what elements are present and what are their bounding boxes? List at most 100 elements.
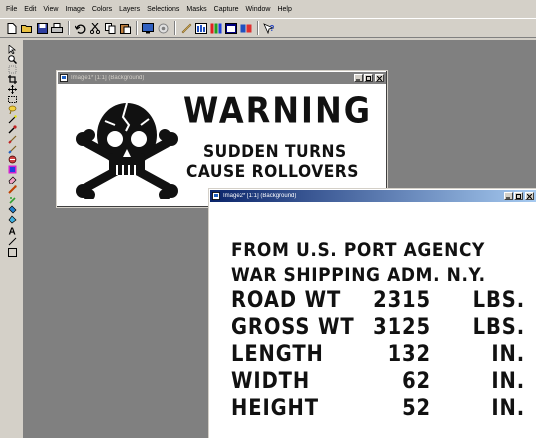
clone-brush-tool-icon[interactable]: [7, 145, 18, 154]
retouch-tool-icon[interactable]: [7, 165, 18, 174]
freehand-tool-icon[interactable]: [7, 105, 18, 114]
open-icon[interactable]: [21, 22, 33, 34]
toolbar-separator: [257, 21, 259, 35]
menu-view[interactable]: View: [43, 6, 58, 13]
dropper-tool-icon[interactable]: [7, 125, 18, 134]
minimize-button[interactable]: [504, 192, 513, 200]
close-button[interactable]: [525, 192, 534, 200]
warning-line-2: CAUSE ROLLOVERS: [186, 162, 359, 182]
deform-tool-icon[interactable]: [7, 65, 18, 74]
paint-shop-pro-window: File Edit View Image Colors Layers Selec…: [0, 0, 536, 438]
overview-window-icon[interactable]: [240, 22, 252, 34]
row-value: 52: [402, 395, 431, 421]
menu-capture[interactable]: Capture: [214, 6, 239, 13]
image1-canvas[interactable]: WARNING SUDDEN TURNS CAUSE ROLLOVERS: [59, 85, 385, 205]
toolbar-separator: [174, 21, 176, 35]
row-label: WIDTH: [231, 368, 311, 394]
menu-edit[interactable]: Edit: [24, 6, 36, 13]
row-unit: LBS.: [472, 287, 525, 313]
shapes-tool-icon[interactable]: [7, 248, 18, 257]
menu-masks[interactable]: Masks: [186, 6, 206, 13]
warning-heading: WARNING: [183, 89, 372, 132]
help-icon[interactable]: ?: [263, 22, 275, 34]
image1-titlebar[interactable]: Image1* [1:1] (Background): [58, 72, 386, 84]
paste-icon[interactable]: [119, 22, 131, 34]
zoom-tool-icon[interactable]: [7, 55, 18, 64]
full-screen-icon[interactable]: [142, 22, 154, 34]
warning-line-1: SUDDEN TURNS: [203, 142, 347, 162]
picture-tube-tool-icon[interactable]: [7, 185, 18, 194]
undo-icon[interactable]: [74, 22, 86, 34]
tool-palette: A: [0, 40, 24, 438]
overview-icon[interactable]: [210, 22, 222, 34]
row-value: 132: [387, 341, 431, 367]
minimize-button[interactable]: [354, 74, 363, 82]
standard-toolbar: ?: [0, 18, 536, 38]
selection-tool-icon[interactable]: [7, 95, 18, 104]
close-button[interactable]: [375, 74, 384, 82]
image2-canvas[interactable]: FROM U.S. PORT AGENCY WAR SHIPPING ADM. …: [211, 203, 535, 437]
menu-window[interactable]: Window: [246, 6, 271, 13]
row-label: GROSS WT: [231, 314, 355, 340]
line-tool-icon[interactable]: [7, 237, 18, 246]
row-label: ROAD WT: [231, 287, 342, 313]
menu-colors[interactable]: Colors: [92, 6, 112, 13]
table-row: GROSS WT 3125 LBS.: [231, 314, 525, 340]
row-label: LENGTH: [231, 341, 324, 367]
svg-text:?: ?: [270, 24, 275, 33]
crop-tool-icon[interactable]: [7, 75, 18, 84]
row-value: 2315: [373, 287, 431, 313]
eraser-tool-icon[interactable]: [7, 175, 18, 184]
row-unit: IN.: [491, 368, 525, 394]
menu-image[interactable]: Image: [65, 6, 84, 13]
row-value: 62: [402, 368, 431, 394]
table-row: HEIGHT 52 IN.: [231, 395, 525, 421]
row-value: 3125: [373, 314, 431, 340]
row-unit: IN.: [491, 341, 525, 367]
skull-and-crossbones-image: [76, 102, 178, 199]
row-label: HEIGHT: [231, 395, 319, 421]
flood-fill-tool-icon[interactable]: [7, 205, 18, 214]
image1-title: Image1* [1:1] (Background): [71, 75, 145, 81]
menu-layers[interactable]: Layers: [119, 6, 140, 13]
svg-text:A: A: [9, 227, 16, 236]
stencil-line-war-shipping: WAR SHIPPING ADM. N.Y.: [231, 264, 486, 287]
image-document-icon: [212, 192, 220, 200]
color-replacer-tool-icon[interactable]: [7, 155, 18, 164]
text-tool-icon[interactable]: A: [7, 226, 18, 236]
image2-window[interactable]: Image2* [1:1] (Background) FROM U.S. POR…: [208, 188, 536, 438]
cut-icon[interactable]: [89, 22, 101, 34]
mover-tool-icon[interactable]: [7, 85, 18, 94]
table-row: ROAD WT 2315 LBS.: [231, 287, 525, 313]
save-icon[interactable]: [36, 22, 48, 34]
image-document-icon: [60, 74, 68, 82]
maximize-button[interactable]: [364, 74, 373, 82]
image2-titlebar[interactable]: Image2* [1:1] (Background): [210, 190, 536, 202]
browse-icon[interactable]: [157, 22, 169, 34]
maximize-button[interactable]: [514, 192, 523, 200]
mdi-workspace: Image1* [1:1] (Background) WARNING SUDDE…: [24, 40, 536, 438]
menu-bar: File Edit View Image Colors Layers Selec…: [0, 0, 536, 18]
stencil-line-from: FROM U.S. PORT AGENCY: [231, 239, 485, 262]
toolbar-separator: [136, 21, 138, 35]
menu-selections[interactable]: Selections: [147, 6, 179, 13]
arrow-tool-icon[interactable]: [7, 45, 18, 54]
palette-icon[interactable]: [180, 22, 192, 34]
new-icon[interactable]: [6, 22, 18, 34]
table-row: WIDTH 62 IN.: [231, 368, 525, 394]
copy-icon[interactable]: [104, 22, 116, 34]
table-row: LENGTH 132 IN.: [231, 341, 525, 367]
histogram-icon[interactable]: [195, 22, 207, 34]
paintbrush-tool-icon[interactable]: [7, 135, 18, 144]
airbrush-tool-icon[interactable]: [7, 195, 18, 204]
toolbar-separator: [68, 21, 70, 35]
print-icon[interactable]: [51, 22, 63, 34]
layer-icon[interactable]: [225, 22, 237, 34]
magic-wand-tool-icon[interactable]: [7, 115, 18, 124]
row-unit: LBS.: [472, 314, 525, 340]
row-unit: IN.: [491, 395, 525, 421]
menu-help[interactable]: Help: [277, 6, 291, 13]
menu-file[interactable]: File: [6, 6, 17, 13]
image2-title: Image2* [1:1] (Background): [223, 193, 297, 199]
fill-tool-icon[interactable]: [7, 215, 18, 224]
